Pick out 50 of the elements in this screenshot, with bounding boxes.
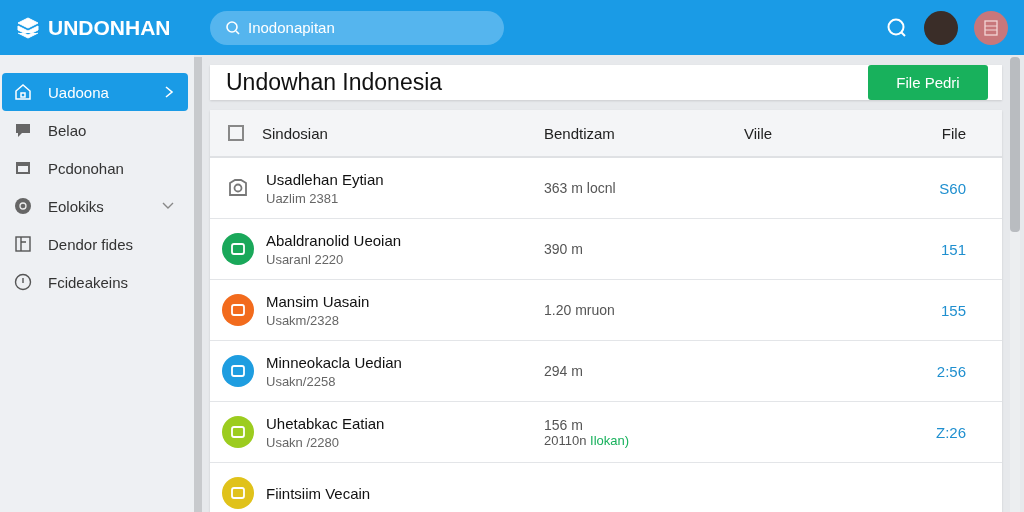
box-logo-icon	[16, 15, 40, 40]
row-title: Minneokacla Uedian	[266, 353, 402, 371]
sidebar-item[interactable]: Dendor fides	[2, 225, 188, 263]
table-cell-text: 2:56	[935, 362, 966, 380]
chat-icon	[14, 121, 32, 139]
table-cell-text: 1.20 mruon	[544, 302, 616, 318]
circle-icon	[14, 197, 32, 215]
avatar[interactable]	[924, 10, 958, 45]
row-subtitle: Usakm/2328	[266, 312, 340, 328]
sidebar-item[interactable]: Fcideakeins	[2, 263, 188, 301]
sidebar-item[interactable]: Belao	[2, 111, 188, 149]
checkbox[interactable]	[228, 125, 244, 141]
page-title: Undowhan Indonesia	[226, 69, 444, 96]
column-header: Sindosian	[262, 124, 328, 142]
table-cell-text: 294 m	[544, 363, 584, 379]
row-title: Uhetabkac Eatian	[266, 414, 385, 432]
chevron-right-icon	[164, 85, 174, 99]
chevron-down-icon	[162, 202, 174, 210]
table-cell-text: 155	[939, 301, 966, 319]
clock-icon	[14, 273, 32, 291]
home-icon	[14, 83, 32, 101]
menu-button[interactable]	[974, 10, 1008, 45]
row-subtitle: Usaranl 2220	[266, 251, 345, 267]
table-cell-text: 156 m	[544, 416, 584, 433]
row-title: Abaldranolid Ueoian	[266, 231, 402, 249]
row-subtitle: Usakn /2280	[266, 434, 340, 450]
document-icon	[984, 19, 998, 36]
panel-icon	[14, 235, 32, 253]
scrollbar[interactable]	[1010, 57, 1020, 512]
table-cell-text: Z:26	[935, 423, 966, 441]
row-title: Usadlehan Eytian	[266, 170, 384, 188]
search-icon	[225, 19, 241, 36]
table-cell-note: 20110n Ilokan)	[544, 432, 631, 448]
column-header: File	[940, 124, 966, 142]
table-cell-text: 363 m locnl	[544, 180, 617, 196]
row-title: Mansim Uasain	[266, 292, 370, 310]
row-subtitle: Usakn/2258	[266, 373, 337, 389]
card-icon	[14, 159, 32, 177]
scrollbar[interactable]	[194, 57, 202, 512]
column-header: Viile	[744, 124, 774, 142]
search-icon[interactable]	[886, 16, 908, 39]
row-title: Fiintsiim Vecain	[266, 484, 371, 502]
row-subtitle: Uazlim 2381	[266, 190, 340, 206]
table-cell-text: 151	[939, 240, 966, 258]
column-header: Bendtizam	[544, 124, 616, 142]
app-name: UNDONHAN	[48, 15, 171, 40]
sidebar-item[interactable]: Pcdonohan	[2, 149, 188, 187]
table-cell-text: 390 m	[544, 241, 584, 257]
sidebar-item[interactable]: Eolokiks	[2, 187, 188, 225]
table-cell-text: S60	[938, 179, 966, 197]
